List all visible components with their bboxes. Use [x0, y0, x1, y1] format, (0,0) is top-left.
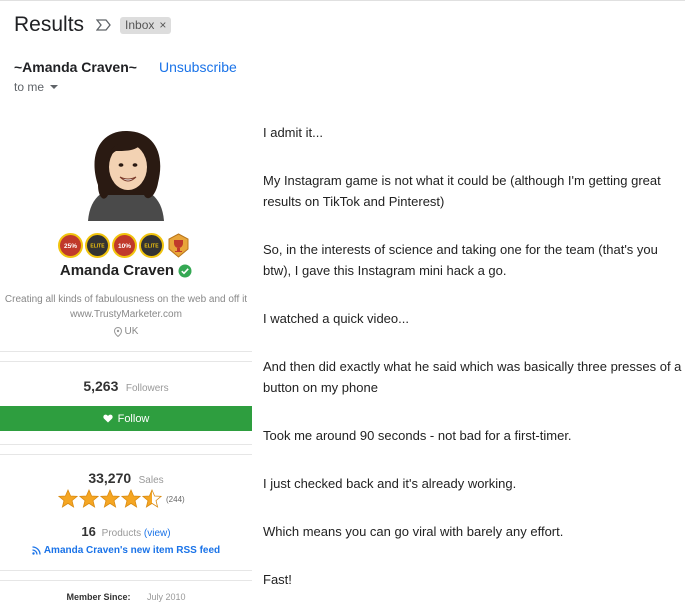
trophy-badge-icon	[168, 233, 189, 258]
author-name-row: Amanda Craven	[0, 262, 252, 279]
follow-button[interactable]: Follow	[0, 406, 252, 431]
followers-stat: 5,263 Followers	[0, 378, 252, 396]
top-divider	[0, 0, 685, 1]
rating-stars: (244)	[58, 489, 185, 509]
avatar	[78, 125, 174, 221]
body-paragraph: I watched a quick video...	[263, 311, 409, 326]
location-text: UK	[124, 326, 139, 337]
section-divider	[0, 580, 252, 581]
badge-elite-label: ELITE	[90, 244, 105, 250]
section-divider	[0, 444, 252, 445]
importance-marker-icon[interactable]	[96, 19, 112, 31]
badge-elite-icon: ELITE	[85, 233, 110, 258]
rss-feed-label: Amanda Craven's new item RSS feed	[43, 545, 221, 556]
badge-10-percent-icon: 10%	[112, 233, 137, 258]
followers-count: 5,263	[83, 378, 119, 394]
body-paragraph: Which means you can go viral with barely…	[263, 524, 564, 539]
member-since-value: July 2010	[147, 592, 186, 602]
section-divider	[0, 454, 252, 455]
body-paragraph: Took me around 90 seconds - not bad for …	[263, 428, 572, 443]
sales-count: 33,270	[88, 470, 132, 486]
caret-down-icon	[50, 85, 59, 89]
star-full-icon	[58, 489, 78, 508]
body-paragraph: And then did exactly what he said which …	[263, 359, 682, 395]
body-paragraph: My Instagram game is not what it could b…	[263, 173, 661, 209]
heart-icon	[102, 414, 113, 423]
sales-label: Sales	[138, 475, 164, 486]
recipient-text: to me	[14, 80, 45, 94]
verified-check-icon	[178, 264, 192, 277]
body-paragraph: So, in the interests of science and taki…	[263, 242, 658, 278]
author-location: UK	[0, 326, 252, 337]
star-full-icon	[121, 489, 141, 508]
author-name: Amanda Craven	[59, 262, 175, 279]
sender-name: ~Amanda Craven~	[14, 59, 137, 75]
author-tagline: Creating all kinds of fabulousness on th…	[4, 294, 248, 305]
star-full-icon	[100, 489, 120, 508]
star-half-icon	[142, 489, 162, 508]
section-divider	[0, 361, 252, 362]
followers-label: Followers	[125, 383, 169, 394]
rss-icon	[32, 546, 41, 555]
email-body: I admit it... My Instagram game is not w…	[263, 122, 683, 615]
author-badges: 25% ELITE 10% ELITE	[58, 233, 191, 258]
section-divider	[0, 351, 252, 352]
sales-stat: 33,270 Sales	[0, 470, 252, 488]
section-divider	[0, 570, 252, 571]
products-stat: 16 Products (view)	[0, 524, 252, 539]
remove-label-icon[interactable]: ×	[159, 18, 166, 32]
body-paragraph: I admit it...	[263, 125, 323, 140]
badge-25-label: 25%	[64, 243, 77, 250]
member-since-label: Member Since:	[66, 592, 131, 602]
products-label: Products	[101, 528, 142, 539]
email-subject: Results	[14, 13, 85, 36]
badge-10-label: 10%	[118, 243, 131, 250]
view-products-link[interactable]: (view)	[144, 528, 171, 539]
subject-row: Results Inbox ×	[14, 12, 172, 38]
recipient-details-toggle[interactable]: to me	[14, 80, 59, 94]
inbox-label-text: Inbox	[125, 18, 155, 32]
badge-25-percent-icon: 25%	[58, 233, 83, 258]
unsubscribe-link[interactable]: Unsubscribe	[159, 59, 237, 75]
member-since: Member Since: July 2010	[0, 592, 252, 602]
products-count: 16	[81, 524, 96, 539]
body-paragraph: I just checked back and it's already wor…	[263, 476, 517, 491]
follow-button-label: Follow	[117, 412, 150, 425]
badge-elite-label: ELITE	[144, 244, 159, 250]
author-website[interactable]: www.TrustyMarketer.com	[0, 309, 252, 320]
star-full-icon	[79, 489, 99, 508]
rss-feed-link[interactable]: Amanda Craven's new item RSS feed	[0, 545, 252, 556]
rating-count: (244)	[166, 494, 185, 504]
location-pin-icon	[113, 326, 122, 337]
sender-row: ~Amanda Craven~	[14, 59, 137, 75]
inbox-label-chip[interactable]: Inbox ×	[120, 16, 172, 34]
body-paragraph: Fast!	[263, 572, 292, 587]
badge-elite-icon: ELITE	[139, 233, 164, 258]
